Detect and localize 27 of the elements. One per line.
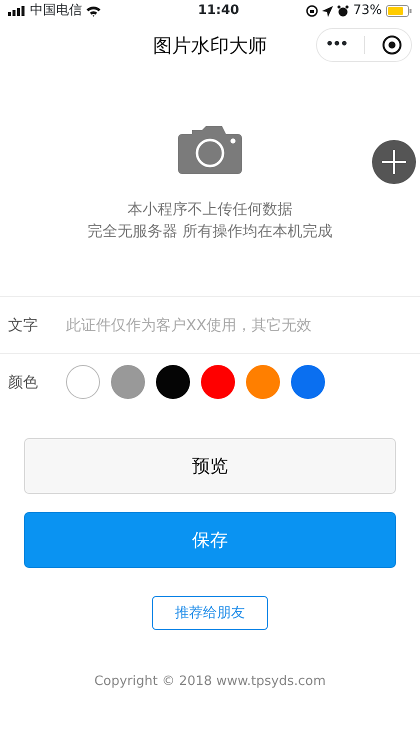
color-swatch[interactable]: [246, 365, 280, 399]
location-arrow-icon: [322, 6, 334, 16]
add-button[interactable]: [372, 140, 416, 184]
color-swatch[interactable]: [201, 365, 235, 399]
privacy-note: 完全无服务器 所有操作均在本机完成: [88, 221, 332, 242]
color-swatch[interactable]: [291, 365, 325, 399]
watermark-text-field[interactable]: 此证件仅作为客户XX使用，其它无效: [66, 314, 412, 336]
plus-icon: [381, 149, 407, 175]
carrier-name: 中国电信: [30, 2, 82, 20]
wifi-icon: [86, 6, 101, 16]
battery-icon: [386, 5, 412, 17]
copyright-text: Copyright © 2018 www.tpsyds.com: [94, 674, 326, 689]
preview-button[interactable]: 预览: [24, 438, 396, 494]
battery-percent: 73%: [353, 2, 382, 20]
page-title: 图片水印大师: [153, 34, 267, 59]
color-swatch[interactable]: [156, 365, 190, 399]
privacy-note: 本小程序不上传任何数据: [126, 199, 294, 220]
camera-icon[interactable]: [178, 126, 242, 174]
clock-time: 11:40: [198, 2, 240, 20]
more-button[interactable]: •••: [326, 35, 348, 55]
color-swatch[interactable]: [66, 365, 100, 399]
share-button[interactable]: 推荐给朋友: [152, 596, 268, 630]
color-swatch[interactable]: [111, 365, 145, 399]
signal-icon: [8, 6, 26, 16]
text-label: 文字: [8, 314, 39, 336]
rotation-lock-icon: [306, 5, 318, 17]
color-label: 颜色: [8, 372, 39, 393]
